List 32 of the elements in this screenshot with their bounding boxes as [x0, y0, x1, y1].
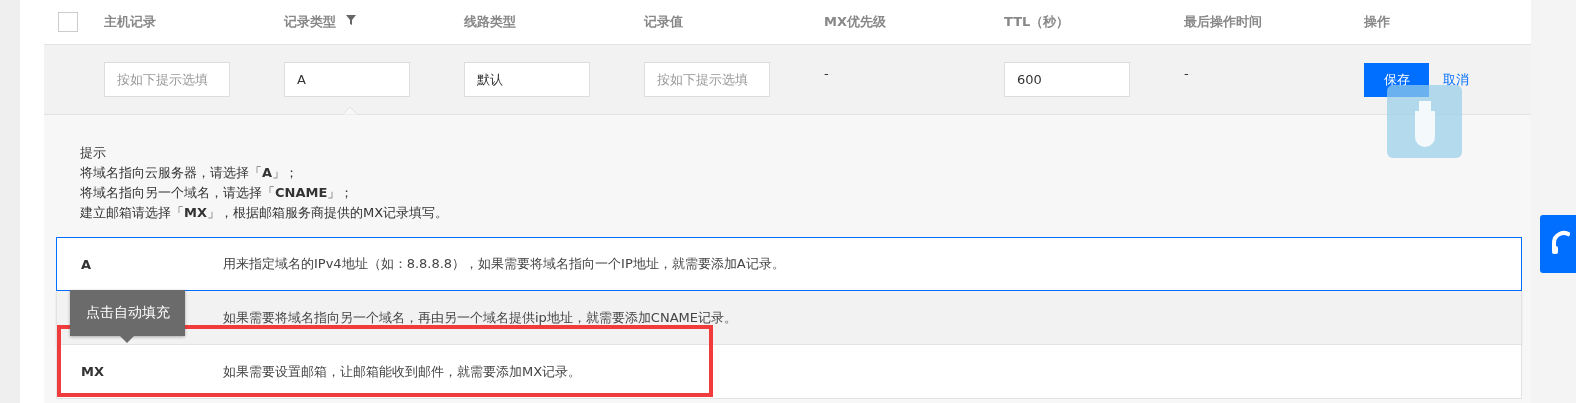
hint-text: 将域名指向云服务器，请选择「A」； [80, 164, 300, 182]
option-label: A [81, 256, 92, 272]
last-time-text: - [1184, 66, 1189, 81]
filter-icon[interactable] [346, 15, 356, 25]
column-header: MX优先级 [824, 13, 886, 31]
record-type-field[interactable]: A [284, 62, 410, 97]
hint-text: 将域名指向另一个域名，请选择「CNAME」； [80, 184, 355, 202]
column-header: 主机记录 [104, 13, 156, 31]
host-record-field[interactable]: 按如下提示选填 [104, 62, 230, 97]
hint-text: 建立邮箱请选择「MX」，根据邮箱服务商提供的MX记录填写。 [80, 204, 450, 222]
ttl-field[interactable]: 600 [1004, 62, 1130, 97]
mx-priority-text: - [824, 66, 829, 81]
column-header: TTL（秒） [1004, 13, 1070, 31]
option-description: 用来指定域名的IPv4地址（如：8.8.8.8），如果需要将域名指向一个IP地址，就需要添加A记录。 [223, 255, 785, 273]
cancel-link[interactable]: 取消 [1443, 70, 1469, 89]
select-all-checkbox[interactable] [58, 12, 78, 32]
column-header: 线路类型 [464, 13, 516, 31]
hint-title: 提示 [80, 144, 107, 162]
option-label: MX [81, 364, 104, 379]
record-value-field[interactable]: 按如下提示选填 [644, 62, 770, 97]
option-description: 如果需要将域名指向另一个域名，再由另一个域名提供ip地址，就需要添加CNAME记录。 [223, 308, 737, 327]
headset-button[interactable] [1540, 215, 1576, 273]
option-description: 如果需要设置邮箱，让邮箱能收到邮件，就需要添加MX记录。 [223, 362, 582, 381]
column-header: 最后操作时间 [1184, 13, 1262, 31]
record-type-option[interactable]: A 用来指定域名的IPv4地址（如：8.8.8.8），如果需要将域名指向一个IP地址，就需要添加A记录。 [56, 237, 1522, 291]
column-header: 操作 [1364, 13, 1390, 31]
tooltip: 点击自动填充 [70, 290, 185, 336]
record-type-option[interactable]: MX 如果需要设置邮箱，让邮箱能收到邮件，就需要添加MX记录。 [56, 345, 1522, 399]
column-header: 记录值 [644, 13, 683, 31]
column-header: 记录类型 [284, 13, 336, 31]
line-type-field[interactable]: 默认 [464, 62, 590, 97]
tooltip-pointer [120, 336, 134, 343]
